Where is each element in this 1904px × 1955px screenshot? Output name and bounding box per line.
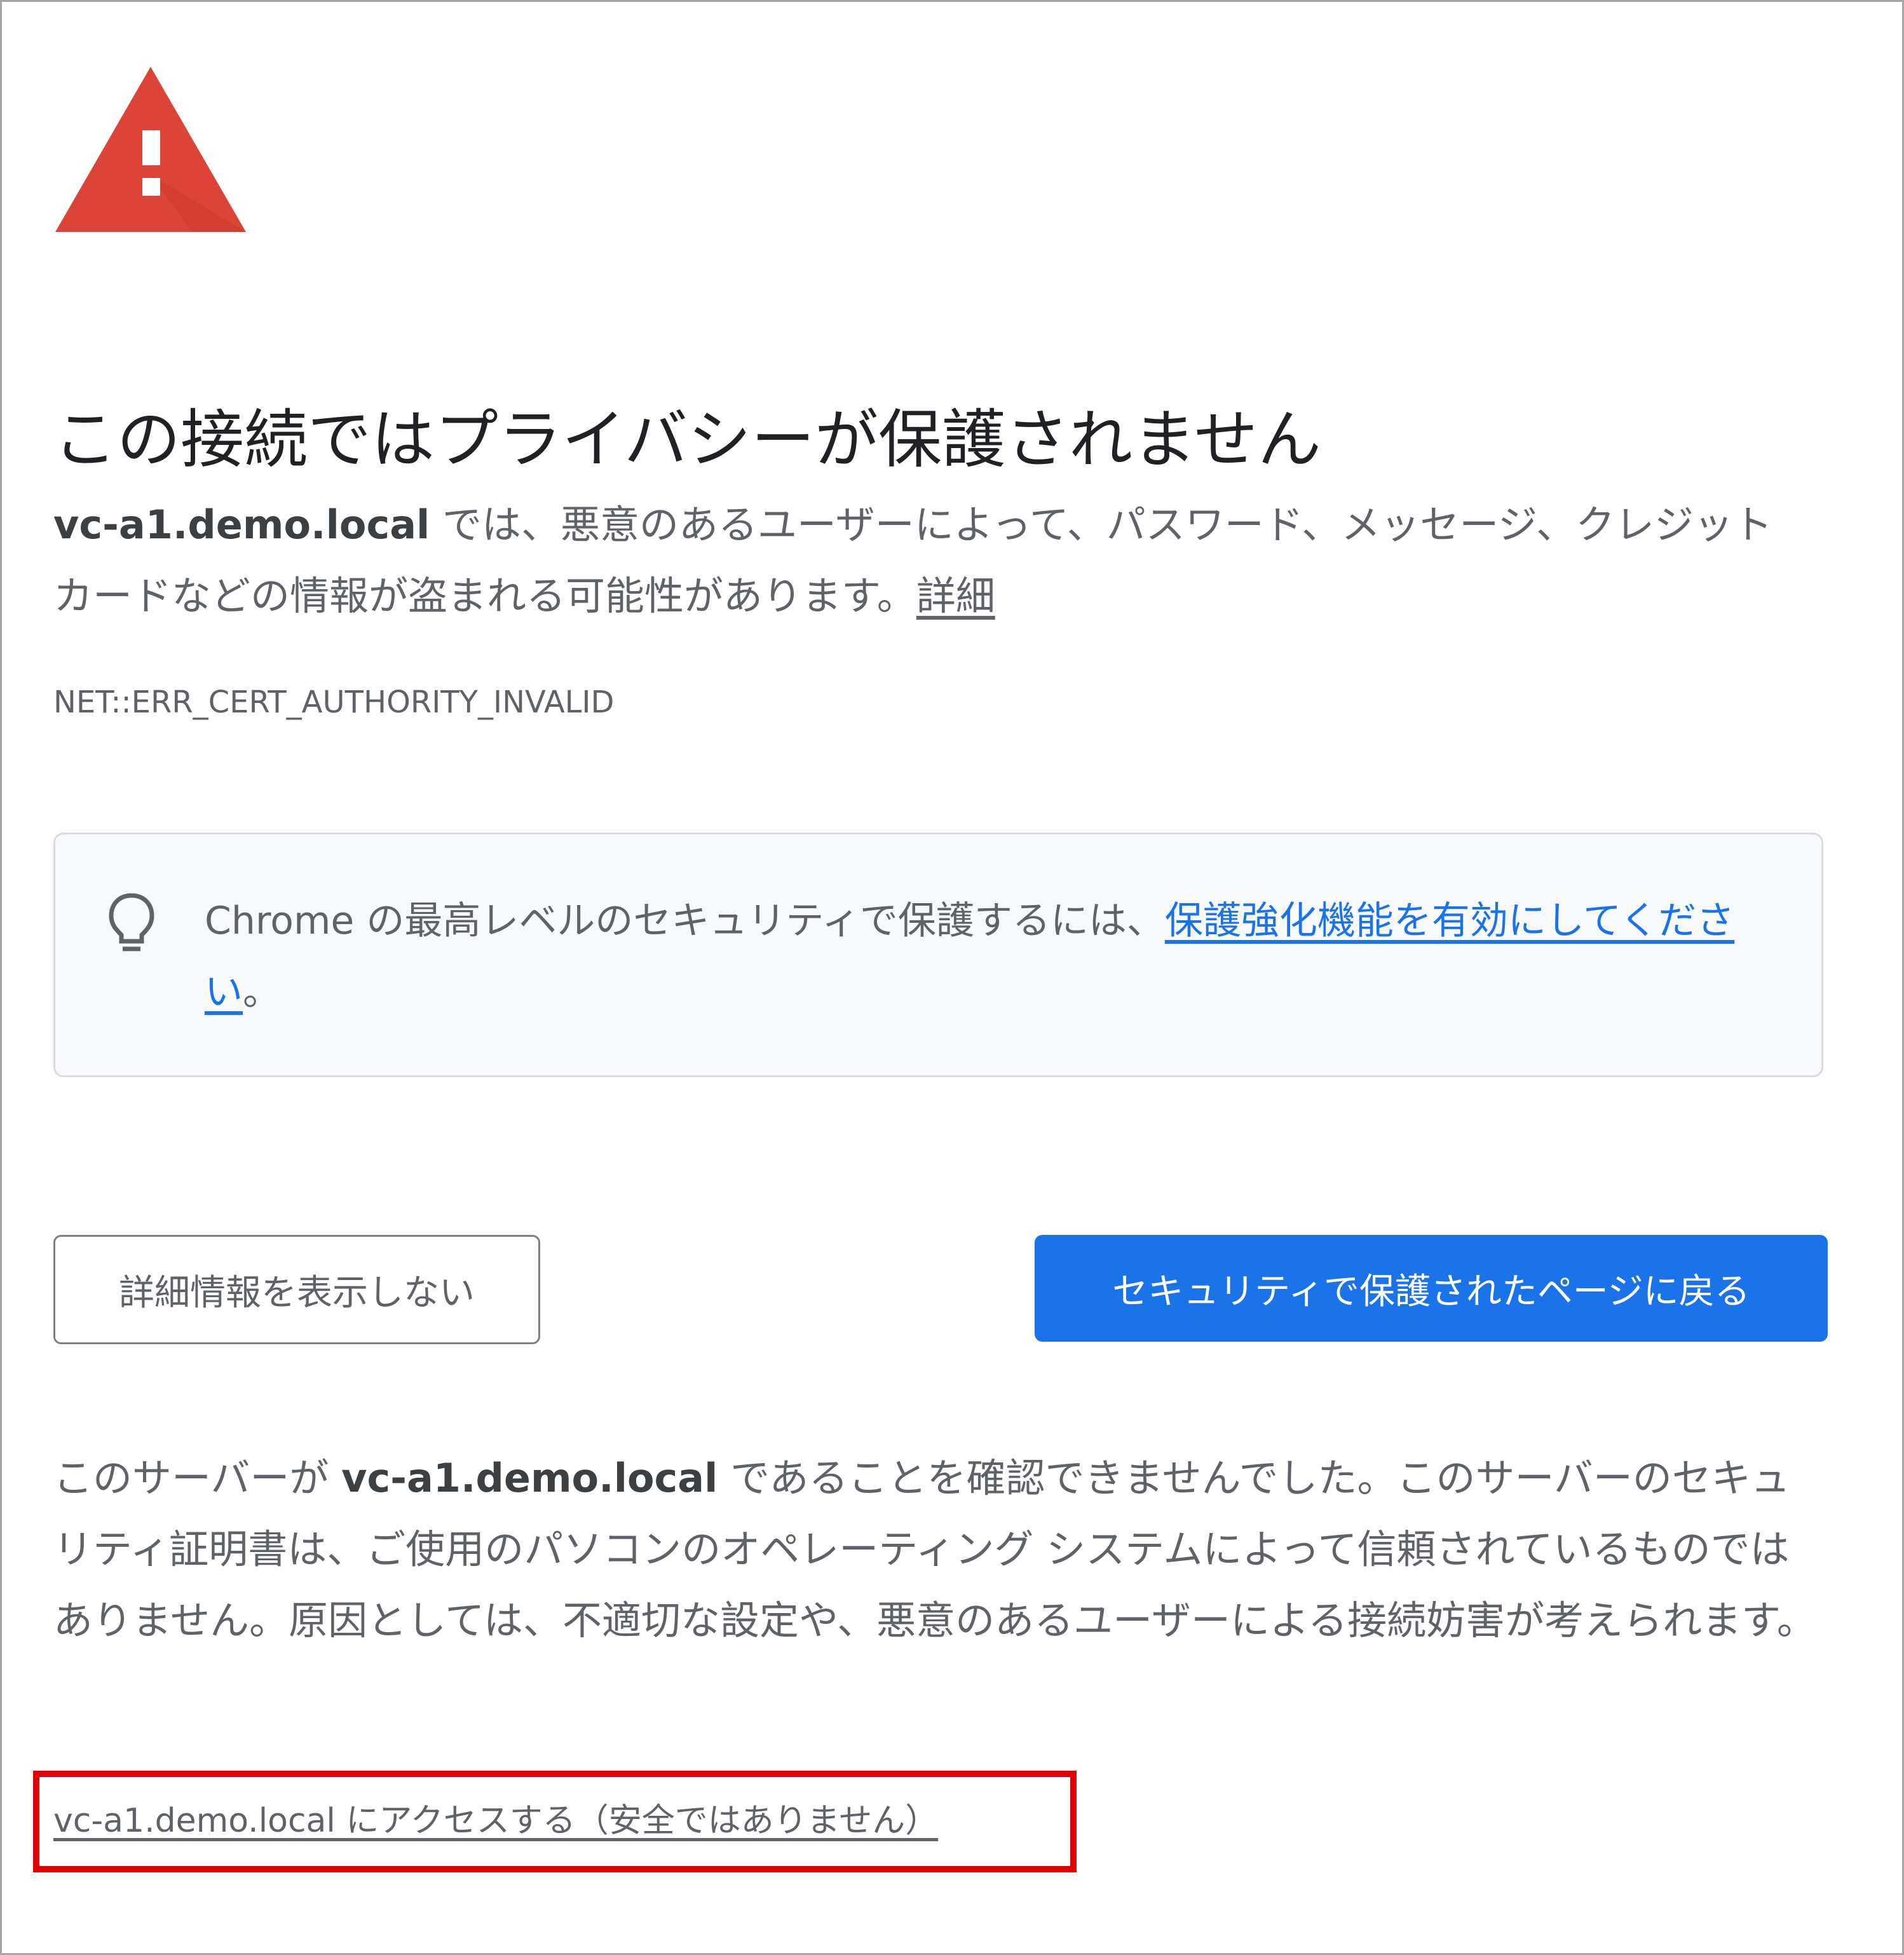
page-title: この接続ではプライバシーが保護されません (53, 402, 1321, 477)
tip-text-before: Chrome の最高レベルのセキュリティで保護するには、 (205, 899, 1165, 943)
back-to-safety-button[interactable]: セキュリティで保護されたページに戻る (1035, 1235, 1828, 1342)
tip-text-after: 。 (243, 970, 281, 1014)
enhanced-protection-tip: Chrome の最高レベルのセキュリティで保護するには、保護強化機能を有効にして… (53, 833, 1823, 1077)
error-code: NET::ERR_CERT_AUTHORITY_INVALID (53, 685, 615, 720)
host-name: vc-a1.demo.local (53, 501, 430, 548)
details-explanation: このサーバーが vc-a1.demo.local であることを確認できませんでし… (53, 1443, 1826, 1656)
tip-text: Chrome の最高レベルのセキュリティで保護するには、保護強化機能を有効にして… (205, 885, 1774, 1028)
learn-more-link[interactable]: 詳細 (916, 573, 995, 619)
warning-triangle-icon (55, 67, 246, 232)
details-text-before: このサーバーが (53, 1455, 342, 1501)
hide-details-button[interactable]: 詳細情報を表示しない (53, 1235, 540, 1344)
lightbulb-icon (109, 893, 154, 951)
warning-description: vc-a1.demo.local では、悪意のあるユーザーによって、パスワード、… (53, 489, 1807, 632)
proceed-unsafe-link[interactable]: vc-a1.demo.local にアクセスする（安全ではありません） (53, 1795, 938, 1846)
details-host-name: vc-a1.demo.local (341, 1455, 718, 1501)
